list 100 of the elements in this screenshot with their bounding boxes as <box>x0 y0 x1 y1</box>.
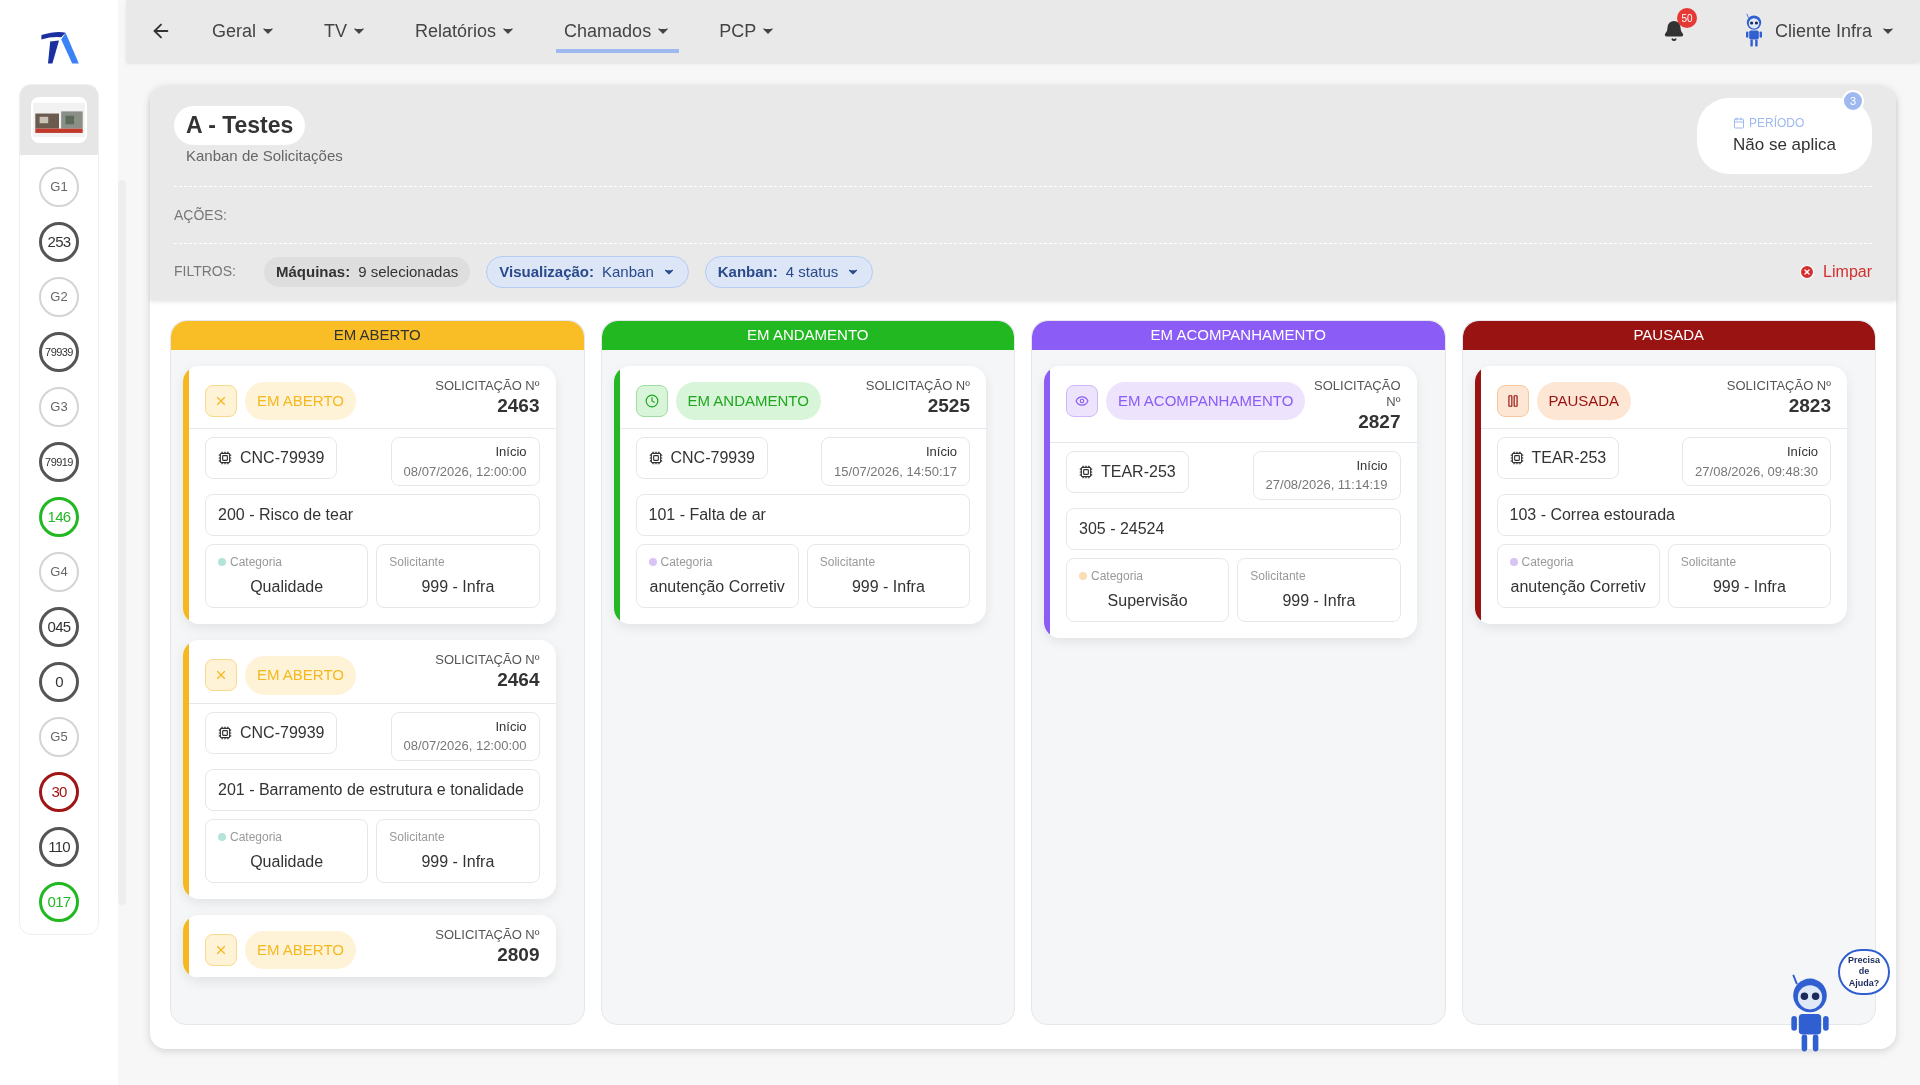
category-value: anutenção Corretiv <box>1509 577 1647 597</box>
defect-field: 200 - Risco de tear <box>205 494 540 536</box>
group-button[interactable]: G3 <box>39 387 79 427</box>
start-label: Início <box>925 443 957 461</box>
request-number: 2525 <box>927 393 970 418</box>
request-card[interactable]: EM ABERTO SOLICITAÇÃO Nº 2463 CNC-79939 Início 08/07/2026, 12:00:00 200 - Risco de tear Categoria Qualidade Solicitante 999 - Infra <box>183 365 556 624</box>
requester-value: 999 - Infra <box>1281 590 1357 611</box>
group-button[interactable]: G2 <box>39 277 79 317</box>
calendar-icon <box>1733 117 1745 129</box>
requester-value: 999 - Infra <box>850 577 926 597</box>
machine-chip: CNC-79939 <box>205 437 338 479</box>
request-card[interactable]: EM ANDAMENTO SOLICITAÇÃO Nº 2525 CNC-79939 Início 15/07/2026, 14:50:17 101 - Falta de ar Categoria anutenção Corretiv Solicitante 999 - Infra <box>613 365 986 624</box>
filter-chip[interactable]: Visualização: Kanban <box>486 255 689 288</box>
category-label: Categoria <box>1521 554 1574 571</box>
start-label: Início <box>1786 443 1818 461</box>
start-date: 27/08/2026, 09:48:30 <box>1695 462 1818 481</box>
requester-value: 999 - Infra <box>420 577 496 597</box>
status-badge: EM ABERTO <box>245 656 356 695</box>
machine-button[interactable]: 045 <box>39 607 79 647</box>
clock-icon <box>635 384 668 417</box>
start-label: Início <box>1356 456 1388 475</box>
eye-icon <box>1066 384 1098 417</box>
machine-chip: TEAR-253 <box>1066 450 1189 493</box>
machine-button[interactable]: 79919 <box>39 442 79 482</box>
start-label: Início <box>495 443 527 461</box>
requester-label: Solicitante <box>819 554 877 571</box>
pause-icon <box>1496 384 1529 417</box>
status-badge: EM ANDAMENTO <box>675 381 821 420</box>
request-number: 2823 <box>1788 393 1831 418</box>
column-header: EM ABERTO <box>171 321 584 350</box>
clear-icon <box>1799 263 1816 280</box>
group-button[interactable]: G4 <box>39 552 79 592</box>
request-number-label: SOLICITAÇÃO Nº <box>435 652 540 669</box>
nav-menu-item[interactable]: Geral <box>204 9 284 53</box>
notification-count: 50 <box>1676 8 1697 28</box>
request-number-label: SOLICITAÇÃO Nº <box>1313 377 1401 410</box>
clear-button[interactable]: Limpar <box>1799 259 1872 284</box>
requester-label: Solicitante <box>389 554 446 571</box>
requester-label: Solicitante <box>1250 567 1307 585</box>
close-icon <box>205 659 237 692</box>
machine-chip: CNC-79939 <box>205 711 338 754</box>
machine-button[interactable]: 253 <box>39 222 79 262</box>
chip-icon <box>218 451 232 465</box>
status-badge: PAUSADA <box>1536 381 1632 420</box>
machine-button[interactable]: 30 <box>39 772 79 812</box>
status-badge: EM ABERTO <box>245 930 356 969</box>
requester-label: Solicitante <box>389 828 446 846</box>
column-header: PAUSADA <box>1462 321 1875 350</box>
requester-label: Solicitante <box>1680 554 1738 571</box>
category-value: anutenção Corretiv <box>648 577 786 597</box>
machine-chip: TEAR-253 <box>1496 437 1620 479</box>
requester-value: 999 - Infra <box>1711 577 1787 597</box>
start-label: Início <box>495 717 527 736</box>
group-button[interactable]: G5 <box>39 717 79 757</box>
defect-field: 305 - 24524 <box>1066 507 1401 550</box>
nav-menu-item[interactable]: Relatórios <box>407 9 525 53</box>
period-value: Não se aplica <box>1733 134 1836 156</box>
chip-icon <box>1509 451 1524 465</box>
requester-value: 999 - Infra <box>420 851 496 872</box>
chip-icon <box>648 451 663 465</box>
category-value: Supervisão <box>1106 590 1189 611</box>
status-badge: EM ACOMPANHAMENTO <box>1106 381 1306 420</box>
category-label: Categoria <box>1091 567 1144 585</box>
bell-icon[interactable] <box>1662 20 1685 42</box>
machine-button[interactable]: 110 <box>39 827 79 867</box>
start-date: 08/07/2026, 12:00:00 <box>403 737 527 755</box>
start-date: 08/07/2026, 12:00:00 <box>403 462 527 481</box>
machine-chip: CNC-79939 <box>635 437 768 479</box>
category-label: Categoria <box>230 554 283 571</box>
filters-label: FILTROS: <box>174 262 236 282</box>
filter-chip[interactable]: Kanban: 4 status <box>704 255 874 288</box>
status-badge: EM ABERTO <box>245 381 356 420</box>
nav-menu-item[interactable]: PCP <box>711 9 785 53</box>
request-number: 2464 <box>497 668 540 692</box>
period-label: PERÍODO <box>1749 114 1805 132</box>
user-menu[interactable]: Cliente Infra <box>1774 17 1896 45</box>
group-button[interactable]: G1 <box>39 167 79 207</box>
nav-menu-item[interactable]: Chamados <box>556 9 680 53</box>
request-number-label: SOLICITAÇÃO Nº <box>435 377 540 394</box>
period-count-badge: 3 <box>1842 90 1864 112</box>
defect-field: 201 - Barramento de estrutura e tonalidade <box>205 768 540 811</box>
machine-button[interactable]: 0 <box>39 662 79 702</box>
page-title: A - Testes <box>174 106 306 145</box>
filter-chip[interactable]: Máquinas: 9 selecionadas <box>263 256 471 287</box>
request-card[interactable]: EM ABERTO SOLICITAÇÃO Nº 2464 CNC-79939 Início 08/07/2026, 12:00:00 201 - Barramento de estrutura e tonalidade Categoria Qualidade Solicitante 999 - Infra <box>183 640 556 899</box>
nav-menu-item[interactable]: TV <box>316 9 376 53</box>
request-number: 2827 <box>1358 410 1401 434</box>
chip-icon <box>218 725 232 740</box>
chip-icon <box>1079 464 1093 479</box>
defect-field: 103 - Correa estourada <box>1496 494 1831 536</box>
machine-button[interactable]: 79939 <box>39 332 79 372</box>
close-icon <box>205 384 237 417</box>
request-number: 2463 <box>497 393 540 418</box>
request-number-label: SOLICITAÇÃO Nº <box>865 377 970 394</box>
request-number-label: SOLICITAÇÃO Nº <box>435 926 540 943</box>
close-icon <box>205 933 237 966</box>
request-number: 2809 <box>497 942 540 967</box>
request-card[interactable]: EM ABERTO SOLICITAÇÃO Nº 2809 <box>183 914 556 978</box>
request-card[interactable]: PAUSADA SOLICITAÇÃO Nº 2823 TEAR-253 Início 27/08/2026, 09:48:30 103 - Correa estourada Categoria anutenção Corretiv Solicitante 999 - Infra <box>1474 365 1847 624</box>
request-card[interactable]: EM ACOMPANHAMENTO SOLICITAÇÃO Nº 2827 TEAR-253 Início 27/08/2026, 11:14:19 305 - 24524 Categoria Supervisão Solicitante 999 - Infra <box>1044 365 1417 638</box>
